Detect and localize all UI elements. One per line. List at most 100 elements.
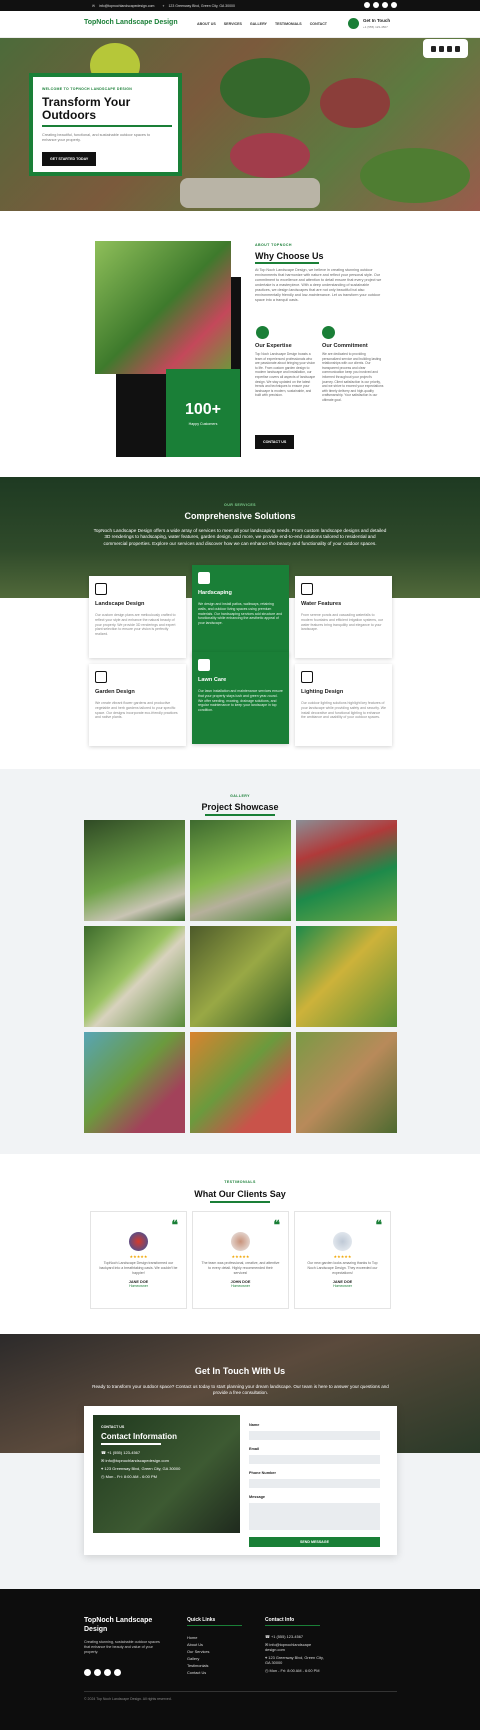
twitter-icon[interactable] [94, 1669, 101, 1676]
service-text: Our custom design plans are meticulously… [95, 613, 176, 637]
phone-icon[interactable] [348, 18, 359, 29]
service-title: Garden Design [95, 689, 135, 695]
service-text: Our outdoor lighting solutions highlight… [301, 701, 386, 720]
contact-phone-row: ☎ +1 (555) 123-4567 [101, 1450, 232, 1455]
stat-box: 100+ Happy Customers [166, 369, 240, 457]
nav-contact[interactable]: CONTACT [310, 22, 327, 26]
nav-testimonials[interactable]: TESTIMONIALS [275, 22, 302, 26]
service-card-garden[interactable]: Garden Design We create vibrant flower g… [89, 664, 186, 746]
testimonial-card: ❝ ★★★★★ The team was professional, creat… [192, 1211, 289, 1309]
email-label: Email [249, 1447, 260, 1451]
footer-link-home[interactable]: Home [187, 1634, 210, 1641]
gallery-image-1[interactable] [84, 820, 185, 921]
pin-icon: ⌖ [162, 4, 165, 8]
footer-link-contact[interactable]: Contact Us [187, 1669, 210, 1676]
gallery-image-2[interactable] [190, 820, 291, 921]
hero-text: Creating beautiful, functional, and sust… [42, 133, 151, 142]
footer-divider [84, 1691, 397, 1692]
testimonial-text: TopNoch Landscape Design transformed our… [99, 1261, 178, 1275]
service-card-hardscaping[interactable]: Hardscaping We design and install patios… [192, 565, 289, 657]
footer-link-services[interactable]: Our Services [187, 1648, 210, 1655]
lighting-design-icon [301, 671, 313, 683]
toolbar-icon-3[interactable] [447, 45, 452, 52]
testimonial-role: Homeowner [231, 1284, 250, 1288]
phone-input[interactable] [249, 1479, 380, 1488]
expertise-icon [256, 326, 269, 339]
gallery-kicker: GALLERY [230, 794, 250, 798]
phone-label: Phone Number [249, 1471, 277, 1475]
toolbar-icon-4[interactable] [455, 45, 460, 52]
contact-phone[interactable]: +1 (555) 123-4567 [107, 1450, 140, 1455]
avatar [129, 1232, 148, 1251]
name-input[interactable] [249, 1431, 380, 1440]
contact-info-title: Contact Information [101, 1432, 177, 1441]
top-bar: ✉ info@topnochlandscapedesign.com ⌖ 123 … [0, 0, 480, 11]
contact-us-button[interactable]: CONTACT US [255, 435, 295, 449]
contact-title: Get In Touch With Us [194, 1366, 286, 1376]
footer-email[interactable]: info@topnochlandscape design.com [265, 1642, 311, 1652]
hero-title: Transform Your Outdoors [42, 95, 131, 122]
site-logo[interactable]: TopNoch Landscape Design [84, 19, 178, 26]
quick-links-title: Quick Links [187, 1617, 216, 1623]
email-input[interactable] [249, 1455, 380, 1464]
main-nav: ABOUT US SERVICES GALLERY TESTIMONIALS C… [197, 22, 327, 26]
expertise-title: Our Expertise [255, 343, 292, 349]
gallery-image-4[interactable] [84, 926, 185, 1027]
quick-links-list: Home About Us Our Services Gallery Testi… [187, 1634, 210, 1676]
testimonial-card: ❝ ★★★★★ TopNoch Landscape Design transfo… [90, 1211, 187, 1309]
topbar-email[interactable]: info@topnochlandscapedesign.com [99, 4, 155, 8]
testimonial-card: ❝ ★★★★★ Our new garden looks amazing tha… [294, 1211, 391, 1309]
nav-about[interactable]: ABOUT US [197, 22, 216, 26]
service-card-landscape[interactable]: Landscape Design Our custom design plans… [89, 576, 186, 658]
send-message-button[interactable]: SEND MESSAGE [249, 1537, 380, 1547]
contact-hours-row: ◷ Mon - Fri: 8:00 AM - 6:00 PM [101, 1474, 232, 1479]
service-card-lawn[interactable]: Lawn Care Our lawn installation and main… [192, 652, 289, 744]
footer-phone[interactable]: +1 (555) 123-4567 [271, 1634, 303, 1639]
linkedin-icon[interactable] [114, 1669, 121, 1676]
footer-contact-list: ☎ +1 (555) 123-4567 ✉ info@topnochlandsc… [265, 1634, 325, 1673]
get-started-button[interactable]: GET STARTED TODAY [42, 152, 97, 166]
contact-info-footer-underline [265, 1625, 320, 1626]
contact-email-row: ✉ info@topnochlandscapedesign.com [101, 1458, 232, 1463]
contact-email[interactable]: info@topnochlandscapedesign.com [105, 1458, 168, 1463]
service-card-water[interactable]: Water Features From serene ponds and cas… [295, 576, 392, 658]
toolbar-icon-1[interactable] [431, 45, 436, 52]
expertise-text: Top Noch Landscape Design boasts a team … [255, 352, 316, 398]
social-links [364, 2, 397, 8]
stat-number: 100+ [184, 401, 222, 418]
linkedin-icon[interactable] [391, 2, 397, 8]
testimonial-role: Homeowner [129, 1284, 148, 1288]
nav-gallery[interactable]: GALLERY [250, 22, 267, 26]
gallery-image-9[interactable] [296, 1032, 397, 1133]
gallery-image-5[interactable] [190, 926, 291, 1027]
rating-stars: ★★★★★ [129, 1254, 148, 1259]
service-title: Lighting Design [301, 689, 344, 695]
gallery-image-3[interactable] [296, 820, 397, 921]
stat-label: Happy Customers [188, 422, 218, 426]
nav-services[interactable]: SERVICES [224, 22, 242, 26]
footer-link-testimonials[interactable]: Testimonials [187, 1662, 210, 1669]
service-text: We design and install patios, walkways, … [198, 602, 283, 626]
instagram-icon[interactable] [104, 1669, 111, 1676]
gallery-image-7[interactable] [84, 1032, 185, 1133]
service-card-lighting[interactable]: Lighting Design Our outdoor lighting sol… [295, 664, 392, 746]
gallery-image-6[interactable] [296, 926, 397, 1027]
instagram-icon[interactable] [382, 2, 388, 8]
gallery-image-8[interactable] [190, 1032, 291, 1133]
service-text: From serene ponds and cascading waterfal… [301, 613, 384, 632]
commitment-title: Our Commitment [322, 343, 368, 349]
facebook-icon[interactable] [84, 1669, 91, 1676]
header-touch-phone[interactable]: +1 (555) 123-4567 [363, 25, 388, 29]
contact-strip: ✉ info@topnochlandscapedesign.com ⌖ 123 … [92, 4, 235, 8]
footer-link-about[interactable]: About Us [187, 1641, 210, 1648]
toolbar-icon-2[interactable] [439, 45, 444, 52]
facebook-icon[interactable] [364, 2, 370, 8]
message-textarea[interactable] [249, 1503, 380, 1530]
testimonials-underline [210, 1201, 270, 1203]
footer-link-gallery[interactable]: Gallery [187, 1655, 210, 1662]
testimonial-text: The team was professional, creative, and… [201, 1261, 280, 1275]
twitter-icon[interactable] [373, 2, 379, 8]
footer-address-row: ⌖ 123 Greenway Blvd, Green City, GA 3000… [265, 1655, 325, 1665]
contact-info-underline [101, 1443, 161, 1445]
footer-phone-row: ☎ +1 (555) 123-4567 [265, 1634, 325, 1639]
